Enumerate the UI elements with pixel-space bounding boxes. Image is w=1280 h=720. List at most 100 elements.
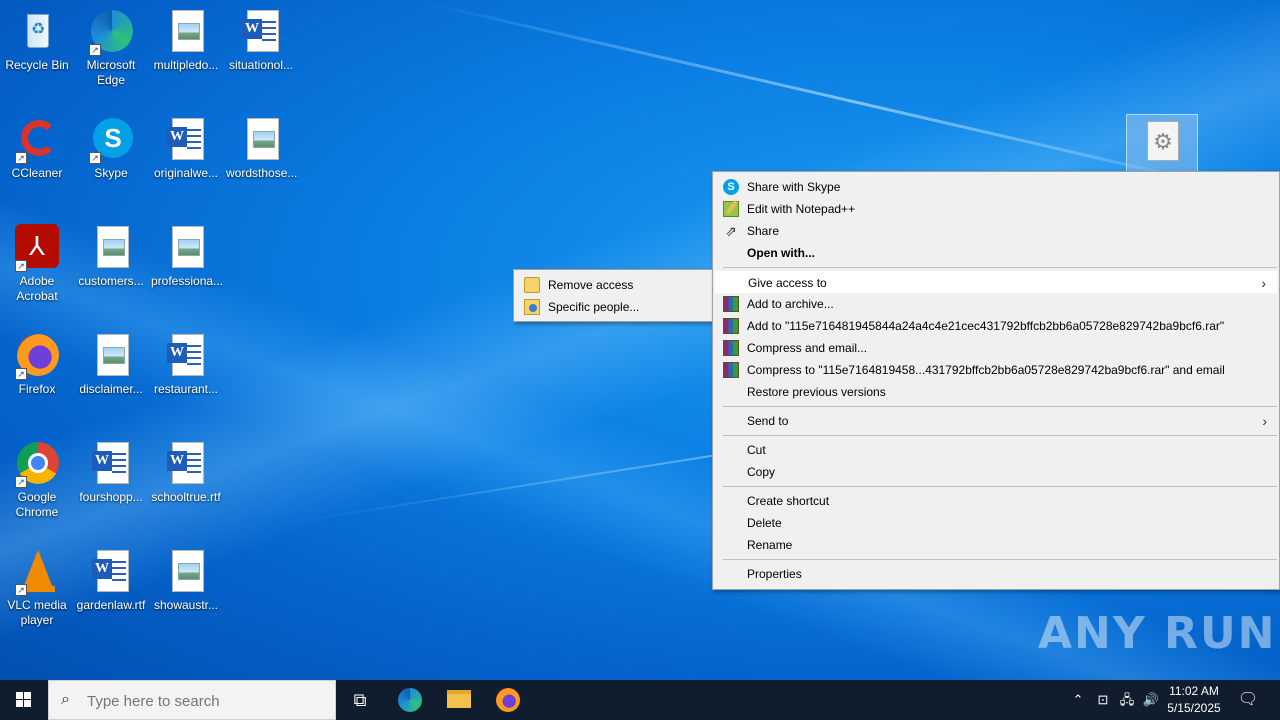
desktop-icon-word-doc[interactable]: W originalwe... (149, 116, 223, 181)
menu-item-open-with[interactable]: Open with... (715, 242, 1277, 264)
desktop-icon-ccleaner[interactable]: ↗ CCleaner (0, 116, 74, 181)
vlc-icon: ↗ (13, 548, 61, 596)
usb-device-icon: ⊡ (1097, 692, 1109, 707)
menu-item-share[interactable]: ⇗ Share (715, 220, 1277, 242)
menu-item-compress-and-email[interactable]: Compress and email... (715, 337, 1277, 359)
desktop-icon-adobe-acrobat[interactable]: ⅄ ↗ Adobe Acrobat (0, 224, 74, 304)
menu-item-delete[interactable]: Delete (715, 512, 1277, 534)
desktop-icon-image-file[interactable]: professiona... (149, 224, 223, 289)
desktop-icon-label: multipledo... (153, 58, 219, 72)
taskbar-firefox-button[interactable] (484, 680, 532, 720)
menu-item-label: Add to "115e716481945844a24a4c4e21cec431… (747, 319, 1225, 333)
winrar-icon (723, 318, 739, 334)
menu-item-create-shortcut[interactable]: Create shortcut (715, 490, 1277, 512)
desktop-icon-label: customers... (78, 274, 144, 288)
desktop-icon-image-file[interactable]: disclaimer... (74, 332, 148, 397)
desktop-icon-image-file[interactable]: showaustr... (149, 548, 223, 613)
menu-item-share-with-skype[interactable]: S Share with Skype (715, 176, 1277, 198)
desktop-icon-skype[interactable]: S ↗ Skype (74, 116, 148, 181)
folder-icon (447, 690, 471, 708)
show-hidden-icons-button[interactable]: ⌃ (1068, 680, 1088, 720)
tray-network-icon[interactable]: 🖧 (1116, 680, 1138, 720)
menu-item-label: Restore previous versions (747, 385, 886, 399)
clock-time: 11:02 AM (1169, 684, 1219, 698)
desktop-icon-firefox[interactable]: ↗ Firefox (0, 332, 74, 397)
menu-item-rename[interactable]: Rename (715, 534, 1277, 556)
shortcut-arrow-icon: ↗ (89, 152, 101, 164)
menu-item-edit-with-notepadpp[interactable]: Edit with Notepad++ (715, 198, 1277, 220)
shortcut-arrow-icon: ↗ (15, 260, 27, 272)
tray-volume-icon[interactable]: 🔊 (1140, 680, 1162, 720)
menu-item-restore-previous-versions[interactable]: Restore previous versions (715, 381, 1277, 403)
image-file-icon (237, 116, 285, 164)
action-center-button[interactable]: 🗨 (1234, 680, 1262, 720)
desktop-icon-microsoft-edge[interactable]: ↗ Microsoft Edge (74, 8, 148, 88)
desktop-icon-vlc[interactable]: ↗ VLC media player (0, 548, 74, 628)
desktop-icon-recycle-bin[interactable]: ♻ Recycle Bin (0, 8, 74, 73)
edge-icon (398, 688, 422, 712)
desktop-icon-image-file[interactable]: multipledo... (149, 8, 223, 73)
menu-separator (723, 435, 1277, 436)
acrobat-icon: ⅄ ↗ (13, 224, 61, 272)
start-button[interactable] (0, 680, 48, 720)
menu-separator (723, 406, 1277, 407)
word-doc-icon: W (162, 116, 210, 164)
desktop-icon-word-doc[interactable]: W restaurant... (149, 332, 223, 397)
menu-item-add-to-archive[interactable]: Add to archive... (715, 293, 1277, 315)
menu-item-add-to-rar[interactable]: Add to "115e716481945844a24a4c4e21cec431… (715, 315, 1277, 337)
network-icon: 🖧 (1119, 692, 1135, 707)
menu-item-label: Remove access (548, 278, 634, 292)
desktop-icon-word-doc[interactable]: W fourshopp... (74, 440, 148, 505)
menu-separator (723, 267, 1277, 268)
menu-item-label: Open with... (747, 246, 815, 260)
menu-item-label: Share with Skype (747, 180, 841, 194)
menu-item-label: Cut (747, 443, 766, 457)
firefox-icon: ↗ (13, 332, 61, 380)
desktop-icon-label: fourshopp... (79, 490, 143, 504)
taskbar-file-explorer-button[interactable] (435, 680, 483, 720)
skype-icon: S ↗ (87, 116, 135, 164)
menu-item-compress-to-rar-and-email[interactable]: Compress to "115e7164819458...431792bffc… (715, 359, 1277, 381)
recycle-bin-icon: ♻ (13, 8, 61, 56)
desktop-icon-image-file[interactable]: wordsthose... (224, 116, 298, 181)
desktop-icon-label: CCleaner (11, 166, 63, 180)
lock-icon (524, 277, 540, 293)
desktop-icon-word-doc[interactable]: W situationol... (224, 8, 298, 73)
desktop-icon-label: Firefox (18, 382, 56, 396)
taskbar-clock[interactable]: 11:02 AM 5/15/2025 (1160, 683, 1228, 717)
desktop-icon-label: wordsthose... (226, 166, 298, 180)
task-view-icon: ⧉ (353, 690, 367, 710)
search-icon: ⌕ (61, 691, 70, 708)
menu-item-label: Compress and email... (747, 341, 868, 355)
desktop-icon-image-file[interactable]: customers... (74, 224, 148, 289)
desktop-icon-label: gardenlaw.rtf (76, 598, 146, 612)
menu-item-label: Copy (747, 465, 776, 479)
menu-item-send-to[interactable]: Send to › (715, 410, 1277, 432)
menu-item-properties[interactable]: Properties (715, 563, 1277, 585)
desktop-icon-word-doc[interactable]: W gardenlaw.rtf (74, 548, 148, 613)
menu-item-remove-access[interactable]: Remove access (516, 274, 711, 296)
menu-item-label: Create shortcut (747, 494, 830, 508)
desktop-icon-word-doc[interactable]: W schooltrue.rtf (149, 440, 223, 505)
menu-item-cut[interactable]: Cut (715, 439, 1277, 461)
selected-file-icon[interactable]: ⚙ (1126, 114, 1198, 176)
desktop-icon-label: professiona... (151, 274, 224, 288)
task-view-button[interactable]: ⧉ (336, 680, 384, 720)
menu-item-copy[interactable]: Copy (715, 461, 1277, 483)
taskbar-edge-button[interactable] (386, 680, 434, 720)
menu-item-specific-people[interactable]: Specific people... (516, 296, 711, 318)
menu-item-label: Give access to (748, 276, 827, 290)
menu-item-label: Share (747, 224, 780, 238)
menu-item-give-access-to[interactable]: Give access to › (715, 271, 1277, 293)
menu-item-label: Send to (747, 414, 789, 428)
tray-device-icon[interactable]: ⊡ (1092, 680, 1114, 720)
word-doc-icon: W (87, 440, 135, 488)
search-input[interactable] (87, 690, 327, 712)
menu-item-label: Delete (747, 516, 782, 530)
word-doc-icon: W (162, 332, 210, 380)
notepadpp-icon (723, 201, 739, 217)
desktop-icon-google-chrome[interactable]: ↗ Google Chrome (0, 440, 74, 520)
taskbar-search-box[interactable]: ⌕ (48, 680, 336, 720)
taskbar: ⌕ ⧉ ⌃ ⊡ 🖧 🔊 11:02 AM 5/15/2025 🗨 (0, 680, 1280, 720)
word-doc-icon: W (87, 548, 135, 596)
